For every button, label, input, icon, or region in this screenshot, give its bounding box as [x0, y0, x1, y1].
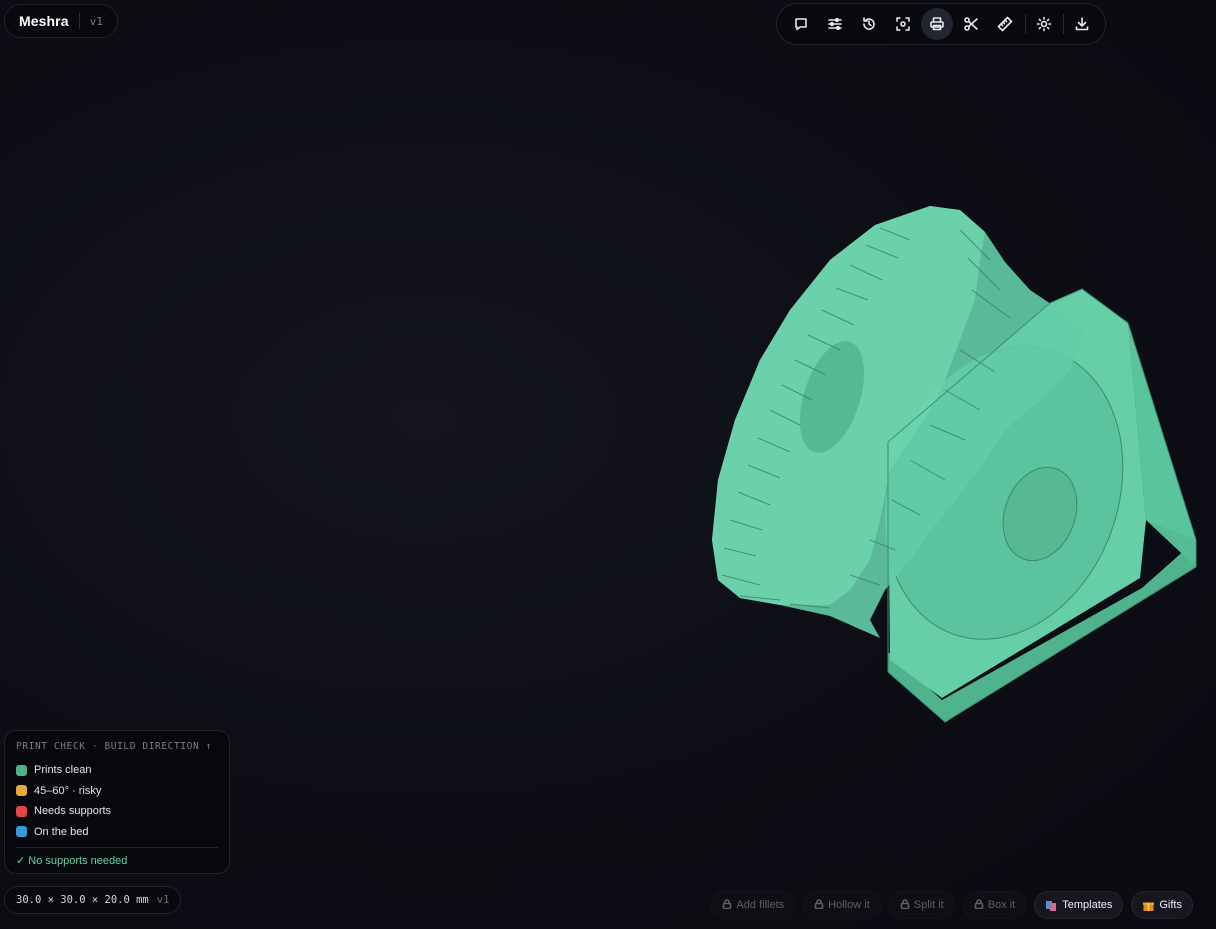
toolbar-main-group	[785, 8, 1021, 40]
print-check-status: ✓ No supports needed	[16, 855, 128, 867]
focus-button[interactable]	[887, 8, 919, 40]
dimensions-version: v1	[156, 894, 170, 906]
templates-icon	[1045, 899, 1058, 912]
hollow-label: Hollow it	[828, 899, 870, 911]
legend-item: On the bed	[16, 822, 218, 843]
legend-swatch	[16, 785, 27, 797]
history-icon	[863, 17, 875, 30]
print-check-heading: PRINT CHECK · BUILD DIRECTION ↑	[16, 741, 212, 752]
legend-item: Needs supports	[16, 801, 218, 822]
add-fillets-button[interactable]: Add fillets	[711, 891, 796, 919]
toolbar-divider	[1063, 14, 1064, 34]
scissors-icon	[964, 17, 978, 31]
print-check-panel: PRINT CHECK · BUILD DIRECTION ↑ Prints c…	[4, 730, 230, 874]
sun-icon	[1037, 16, 1052, 32]
legend-label: On the bed	[34, 825, 89, 838]
lock-icon	[722, 898, 732, 912]
download-button[interactable]	[1068, 8, 1097, 40]
app-name: Meshra	[19, 13, 69, 29]
print-check-button[interactable]	[921, 8, 953, 40]
measure-button[interactable]	[989, 8, 1021, 40]
gift-icon	[1142, 899, 1155, 912]
legend-label: Needs supports	[34, 805, 112, 818]
viewport-toolbar	[776, 3, 1106, 45]
sliders-icon	[828, 17, 842, 31]
ruler-icon	[997, 16, 1013, 32]
split-button[interactable]: Split it	[888, 891, 955, 919]
panel-divider	[16, 847, 218, 848]
brand-divider	[78, 13, 80, 29]
legend-swatch	[16, 764, 27, 776]
focus-icon	[896, 17, 910, 31]
lighting-button[interactable]	[1030, 8, 1059, 40]
adjust-button[interactable]	[819, 8, 851, 40]
brand-pill: Meshra v1	[4, 4, 118, 38]
add-fillets-label: Add fillets	[736, 899, 785, 911]
dimensions-readout: 30.0 × 30.0 × 20.0 mm v1	[4, 886, 182, 914]
app-version: v1	[89, 14, 103, 28]
templates-button[interactable]: Templates	[1034, 891, 1124, 919]
hollow-button[interactable]: Hollow it	[803, 891, 881, 919]
history-button[interactable]	[853, 8, 885, 40]
legend-item: Prints clean	[16, 760, 218, 781]
download-icon	[1076, 17, 1089, 31]
lock-icon	[974, 898, 984, 912]
legend-swatch	[16, 805, 27, 817]
chat-icon	[795, 18, 807, 31]
legend-label: Prints clean	[34, 764, 92, 777]
action-bar: Add fillets Hollow it Split it Box it Te…	[711, 891, 1193, 919]
cut-button[interactable]	[955, 8, 987, 40]
chat-button[interactable]	[785, 8, 817, 40]
lock-icon	[814, 898, 824, 912]
gifts-label: Gifts	[1159, 899, 1182, 911]
gifts-button[interactable]: Gifts	[1131, 891, 1193, 919]
legend-label: 45–60° · risky	[34, 784, 102, 797]
box-button[interactable]: Box it	[962, 891, 1027, 919]
lock-icon	[900, 898, 910, 912]
toolbar-divider	[1025, 14, 1026, 34]
box-label: Box it	[987, 899, 1016, 911]
printer-icon	[930, 17, 944, 31]
legend-item: 45–60° · risky	[16, 781, 218, 802]
legend-swatch	[16, 826, 27, 838]
3d-viewport[interactable]: Meshra v1 PRINT CHECK · BUILD DIRECTION …	[0, 0, 1216, 929]
templates-label: Templates	[1062, 899, 1113, 911]
split-label: Split it	[913, 899, 944, 911]
dimensions-text: 30.0 × 30.0 × 20.0 mm	[16, 894, 149, 906]
